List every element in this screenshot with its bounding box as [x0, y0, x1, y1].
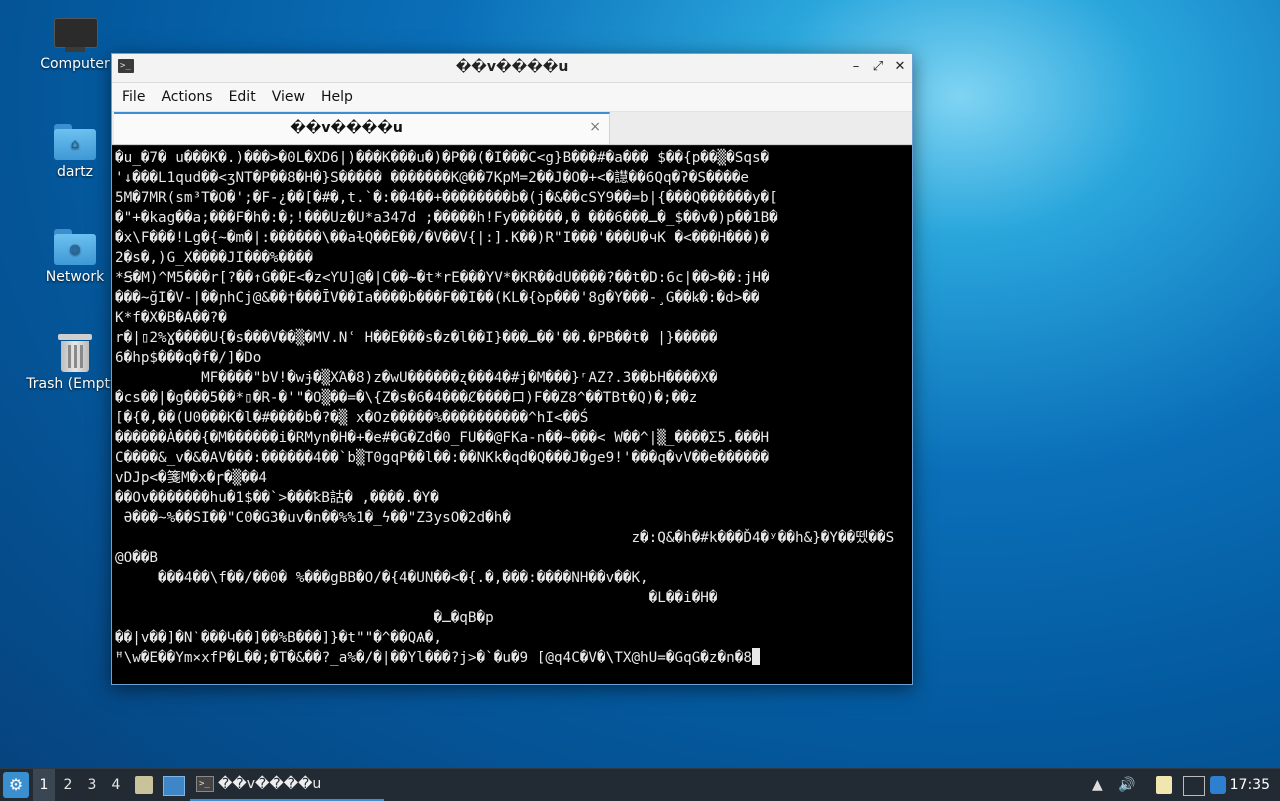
terminal-line: K*f�X�B�A��?� — [115, 310, 227, 326]
workspace-2[interactable]: 2 — [57, 769, 79, 801]
minimize-button[interactable]: – — [848, 59, 864, 75]
tray-up-arrow-icon[interactable]: ▲ — [1092, 776, 1103, 794]
tab-bar: ��v����u × — [112, 112, 912, 145]
terminal-cursor — [751, 648, 760, 665]
menu-view[interactable]: View — [264, 83, 313, 111]
file-manager-launcher-icon[interactable] — [135, 776, 153, 794]
menu-help[interactable]: Help — [313, 83, 361, 111]
clipboard-icon[interactable] — [1156, 776, 1172, 794]
terminal-line: ꟸ\w�E��Ym×xfP�L��;�T�&��?_a%�/�|��Yl���?… — [115, 650, 752, 666]
terminal-line: ���4��\f��/��0� %���gBB�O/�{4�UN��<�{.�,… — [115, 570, 649, 586]
terminal-line: ��|v��]�Nˋ���Կ��]��%B���]}�t""�^��QѦ�, — [115, 630, 443, 646]
terminal-window: >_ ��v����u – ⤢ ✕ File Actions Edit View… — [111, 53, 913, 685]
workspace-4[interactable]: 4 — [105, 769, 127, 801]
terminal-line: �ـ�qB�p — [115, 610, 494, 626]
menu-file[interactable]: File — [114, 83, 153, 111]
desktop-icon-label: Computer — [40, 56, 110, 72]
taskbar: ⚙ 1 2 3 4 >_ ��v����u ▲ 🔊 17:35 — [0, 768, 1280, 801]
terminal-line: �u_�7� u���K�.)���>�0L�XD6|)���K���u�)�P… — [115, 150, 770, 166]
terminal-line: vDJp<�箋M�x�ɼ�▒��4 — [115, 470, 268, 486]
update-notifier-icon[interactable] — [1210, 776, 1226, 794]
window-titlebar[interactable]: >_ ��v����u – ⤢ ✕ — [112, 54, 912, 83]
maximize-button[interactable]: ⤢ — [870, 59, 886, 75]
tab-close-icon[interactable]: × — [589, 119, 601, 135]
terminal-line: C����&_v�&�AV���:������4��`b▒T0gqP��l��:… — [115, 450, 770, 466]
terminal-line: Ə���~%��SI��"C0�G3�uv�n��%%1�_ϟ��"Z3ysO�… — [115, 510, 511, 526]
task-label: ��v����u — [218, 776, 322, 792]
terminal-line: ��Ov�������hu�1$��`>���ꝁB詁� ,����.�Y� — [115, 490, 439, 506]
taskbar-task-terminal[interactable]: >_ ��v����u — [190, 769, 384, 801]
network-status-icon[interactable] — [1183, 776, 1205, 796]
menu-bar: File Actions Edit View Help — [112, 83, 912, 112]
terminal-line: [�{�,��(U0���K�l�#����b�?�▒ x�Oz�����%��… — [115, 410, 589, 426]
menu-edit[interactable]: Edit — [221, 83, 264, 111]
terminal-line: �cs��|�g���5��*▯�R-�'"�O▒��=�\{Z�s�6�4��… — [115, 390, 698, 406]
terminal-line: @O��B — [115, 550, 159, 566]
trash-icon — [58, 332, 92, 372]
terminal-line: �x\F���!Lg�{~�m�|:������\��aɫQ��E��/�V��… — [115, 230, 770, 246]
desktop-icon-label: Network — [45, 269, 105, 285]
terminal-line: 5M�7MR(sm³T�O�';�F-¿��[�#�,t.`�:��4��+��… — [115, 190, 778, 206]
computer-icon — [54, 18, 98, 52]
terminal-line: z�:Q&�h�#k���Ď4�ʸ��h&}�Y��뗐��S — [115, 530, 895, 546]
terminal-text: �u_�7� u���K�.)���>�0L�XD6|)���K���u�)�P… — [112, 146, 912, 670]
terminal-line: ���~ğI�V-|��ɲhCj@&��†���ĪV��Ia����b���F�… — [115, 290, 760, 306]
close-button[interactable]: ✕ — [892, 59, 908, 75]
network-folder-icon: ◍ — [54, 229, 96, 265]
tab-label: ��v����u — [290, 120, 403, 136]
terminal-line: r�|▯2%Ɣ����U{�s���V��▒�MV.Nʿ H��E���s�z�… — [115, 330, 718, 346]
desktop-icon-computer[interactable]: Computer — [27, 18, 123, 72]
clock[interactable]: 17:35 — [1230, 769, 1270, 801]
workspace-3[interactable]: 3 — [81, 769, 103, 801]
terminal-line: '↓���L1qud��<ʒNT�P��8�H�}S����� �������K… — [115, 170, 750, 186]
window-title: ��v����u — [455, 59, 569, 75]
workspace-1[interactable]: 1 — [33, 769, 55, 801]
terminal-line: *Ꞩ�M)^M5���r[?��↑G��E<�z<ƳU]@�|C��~�t*rE… — [115, 270, 770, 286]
terminal-output[interactable]: �u_�7� u���K�.)���>�0L�XD6|)���K���u�)�P… — [112, 146, 912, 684]
desktop-icon-network[interactable]: ◍ Network — [27, 229, 123, 285]
terminal-line: 6�hp$���q�f�/]�Do — [115, 350, 262, 366]
desktop-icon-home-folder[interactable]: ⌂ dartz — [27, 124, 123, 180]
terminal-line: 2�s�,)G_X����JI���%���� — [115, 250, 313, 266]
volume-icon[interactable]: 🔊 — [1118, 776, 1135, 794]
terminal-task-icon: >_ — [196, 776, 214, 792]
terminal-tab[interactable]: ��v����u × — [114, 112, 610, 144]
desktop-icon-label: dartz — [56, 164, 94, 180]
menu-actions[interactable]: Actions — [153, 83, 220, 111]
home-folder-icon: ⌂ — [54, 124, 96, 160]
terminal-line: MF����"bV!�wɉ�▒XΆ�8)z�wU������ʐ���4�#j�M… — [115, 370, 718, 386]
start-menu-button[interactable]: ⚙ — [3, 772, 29, 798]
terminal-line: �"+�kag��a;���F�h�:�;!���Uz�U*a347d ;���… — [115, 210, 778, 226]
show-desktop-icon[interactable] — [163, 776, 185, 796]
terminal-line: ������À���{�M������i�RMyn�H�+�e#�G�Zd�0_… — [115, 430, 770, 446]
terminal-line: �L��i�H� — [115, 590, 718, 606]
